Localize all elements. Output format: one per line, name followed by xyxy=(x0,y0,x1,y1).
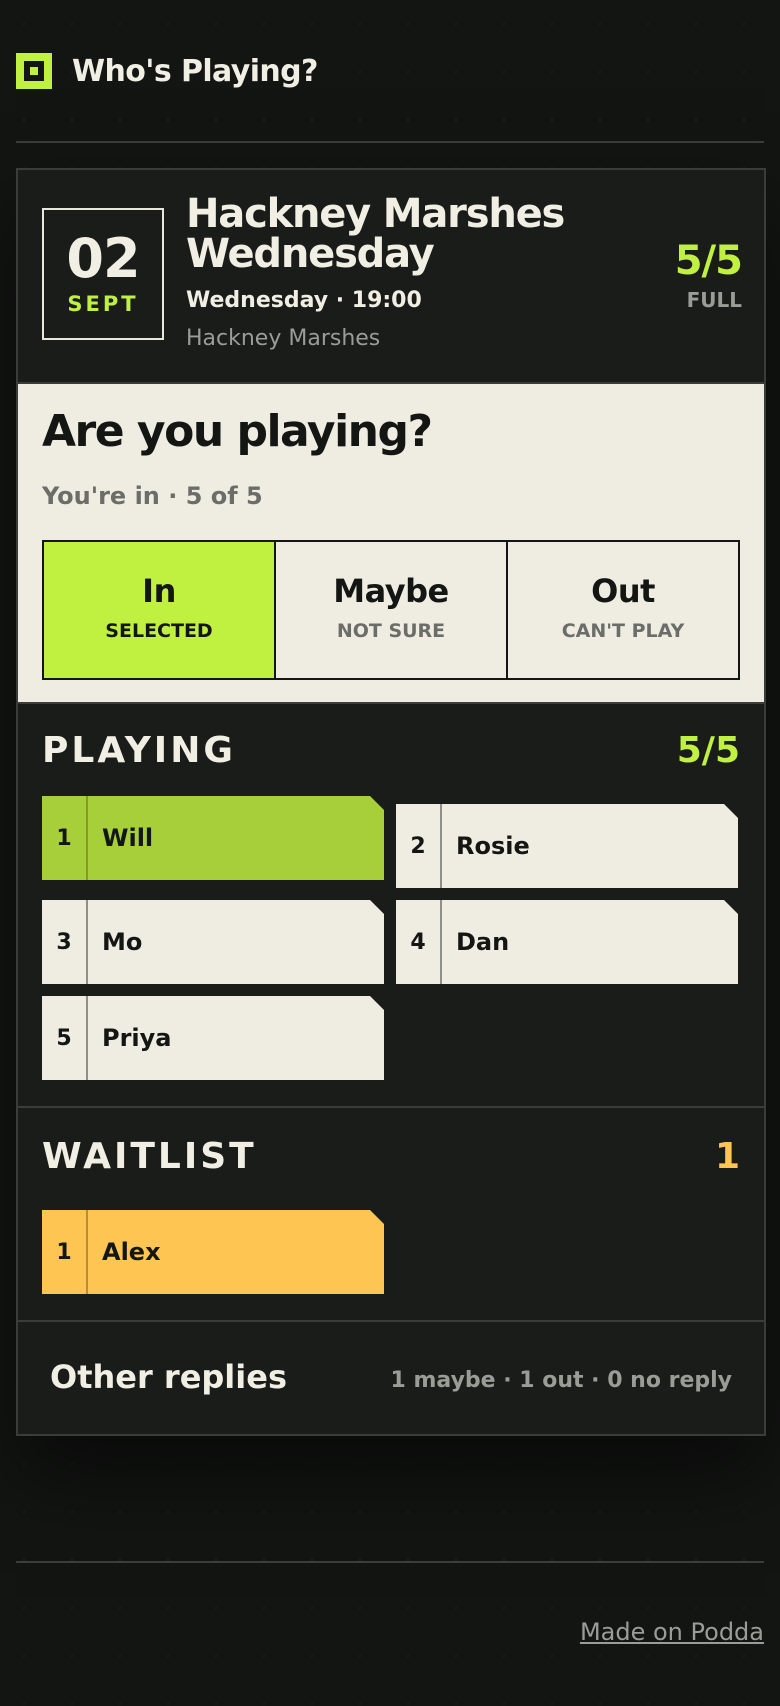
player-number: 4 xyxy=(396,900,442,984)
player-name: Dan xyxy=(456,928,510,956)
choice-sublabel: NOT SURE xyxy=(336,620,446,642)
player-name: Priya xyxy=(102,1024,172,1052)
player-item[interactable]: 5 Priya xyxy=(42,996,384,1080)
playing-heading: PLAYING xyxy=(42,730,236,771)
rsvp-question: Are you playing? xyxy=(42,406,433,457)
rsvp-out-button[interactable]: Out CAN'T PLAY xyxy=(508,542,738,678)
event-time: Wednesday · 19:00 xyxy=(186,288,422,313)
other-replies-summary: 1 maybe · 1 out · 0 no reply xyxy=(390,1368,732,1393)
app-title: Who's Playing? xyxy=(72,53,318,89)
waitlist-item[interactable]: 1 Alex xyxy=(42,1210,384,1294)
attendance-status: FULL xyxy=(686,288,742,312)
player-item[interactable]: 3 Mo xyxy=(42,900,384,984)
choice-sublabel: SELECTED xyxy=(105,620,213,642)
made-on-podda-link[interactable]: Made on Podda xyxy=(580,1618,764,1646)
app-header: Who's Playing? xyxy=(16,52,318,90)
player-name: Rosie xyxy=(456,832,530,860)
player-number: 1 xyxy=(42,1210,88,1294)
choice-label: In xyxy=(142,572,176,610)
player-item[interactable]: 1 Will xyxy=(42,796,384,880)
player-number: 5 xyxy=(42,996,88,1080)
event-summary: 02 SEPT Hackney Marshes Wednesday Wednes… xyxy=(18,170,764,382)
other-replies-label: Other replies xyxy=(50,1358,287,1396)
waitlist-heading: WAITLIST xyxy=(42,1136,257,1177)
player-number: 3 xyxy=(42,900,88,984)
player-item[interactable]: 2 Rosie xyxy=(396,804,738,888)
player-number: 2 xyxy=(396,804,442,888)
event-card: 02 SEPT Hackney Marshes Wednesday Wednes… xyxy=(16,168,766,1436)
player-name: Mo xyxy=(102,928,143,956)
choice-label: Maybe xyxy=(333,572,449,610)
playing-count: 5/5 xyxy=(676,730,740,771)
rsvp-in-button[interactable]: In SELECTED xyxy=(44,542,276,678)
choice-sublabel: CAN'T PLAY xyxy=(561,620,685,642)
player-name: Will xyxy=(102,824,154,852)
square-logo-icon xyxy=(16,53,52,89)
section-divider xyxy=(18,1320,764,1322)
attendance-count: 5/5 xyxy=(674,238,743,284)
player-item[interactable]: 4 Dan xyxy=(396,900,738,984)
waitlist-count: 1 xyxy=(714,1136,740,1177)
rsvp-maybe-button[interactable]: Maybe NOT SURE xyxy=(276,542,508,678)
date-day: 02 xyxy=(66,227,140,290)
player-number: 1 xyxy=(42,796,88,880)
footer-divider xyxy=(16,1561,764,1563)
section-divider xyxy=(18,1106,764,1108)
player-name: Alex xyxy=(102,1238,161,1266)
rsvp-status: You're in · 5 of 5 xyxy=(42,482,263,510)
header-divider xyxy=(16,141,764,143)
rsvp-choices: In SELECTED Maybe NOT SURE Out CAN'T PLA… xyxy=(42,540,740,680)
date-month: SEPT xyxy=(67,292,139,316)
rsvp-panel: Are you playing? You're in · 5 of 5 In S… xyxy=(18,382,764,704)
event-title: Hackney Marshes Wednesday xyxy=(186,191,565,277)
date-badge: 02 SEPT xyxy=(42,208,164,340)
event-location: Hackney Marshes xyxy=(186,326,381,351)
choice-label: Out xyxy=(591,572,655,610)
